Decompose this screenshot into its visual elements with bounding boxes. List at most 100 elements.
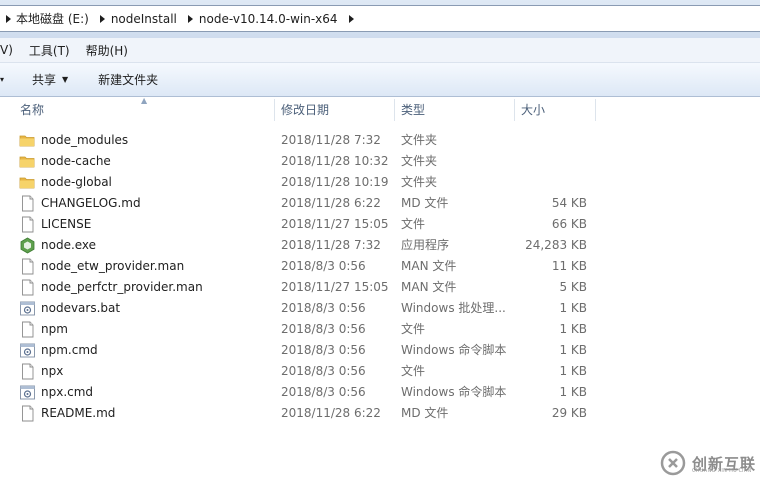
document-icon xyxy=(19,363,36,380)
file-type: 文件 xyxy=(401,217,426,231)
chevron-right-icon[interactable] xyxy=(187,14,195,24)
file-type: Windows 命令脚本 xyxy=(401,343,507,357)
document-icon xyxy=(19,216,36,233)
batch-file-icon xyxy=(19,300,36,317)
file-modified-date: 2018/11/27 15:05 xyxy=(281,280,389,294)
file-row[interactable]: node_perfctr_provider.man 2018/11/27 15:0… xyxy=(0,277,760,298)
file-size: 1 KB xyxy=(559,322,587,336)
file-modified-date: 2018/11/28 10:32 xyxy=(281,154,389,168)
nodejs-icon xyxy=(19,237,36,254)
file-type: 文件 xyxy=(401,364,426,378)
chevron-right-icon[interactable] xyxy=(348,14,356,24)
file-size: 66 KB xyxy=(551,217,587,231)
file-row[interactable]: npm 2018/8/3 0:56 文件 1 KB xyxy=(0,319,760,340)
file-row[interactable]: npm.cmd 2018/8/3 0:56 Windows 命令脚本 1 KB xyxy=(0,340,760,361)
file-row[interactable]: node_etw_provider.man 2018/8/3 0:56 MAN 文件… xyxy=(0,256,760,277)
menu-help[interactable]: 帮助(H) xyxy=(78,42,136,59)
chevron-down-icon: ▼ xyxy=(62,75,69,84)
file-type: 文件夹 xyxy=(401,175,438,189)
breadcrumb-item-drive[interactable]: 本地磁盘 (E:) xyxy=(16,10,89,27)
batch-file-icon xyxy=(19,384,36,401)
document-icon xyxy=(19,279,36,296)
file-modified-date: 2018/8/3 0:56 xyxy=(281,364,366,378)
file-row[interactable]: LICENSE 2018/11/27 15:05 文件 66 KB xyxy=(0,214,760,235)
column-divider[interactable] xyxy=(595,99,596,121)
file-size: 5 KB xyxy=(559,280,587,294)
watermark-icon xyxy=(660,450,686,476)
column-header-date[interactable]: 修改日期 xyxy=(275,97,394,123)
document-icon xyxy=(19,405,36,422)
file-modified-date: 2018/8/3 0:56 xyxy=(281,343,366,357)
file-name: node_modules xyxy=(41,133,129,147)
file-modified-date: 2018/11/28 7:32 xyxy=(281,133,381,147)
file-type: 文件 xyxy=(401,322,426,336)
file-size: 1 KB xyxy=(559,385,587,399)
file-size: 29 KB xyxy=(551,406,587,420)
new-folder-button[interactable]: 新建文件夹 xyxy=(98,71,158,88)
file-name: node-cache xyxy=(41,154,111,168)
file-row[interactable]: node_modules 2018/11/28 7:32 文件夹 xyxy=(0,130,760,151)
file-name: LICENSE xyxy=(41,217,92,231)
chevron-right-icon[interactable] xyxy=(99,14,107,24)
file-row[interactable]: npx.cmd 2018/8/3 0:56 Windows 命令脚本 1 KB xyxy=(0,382,760,403)
file-size: 54 KB xyxy=(551,196,587,210)
file-name: node-global xyxy=(41,175,112,189)
chevron-right-icon[interactable] xyxy=(4,14,12,24)
chevron-down-icon[interactable]: ▾ xyxy=(0,75,6,84)
file-size xyxy=(516,151,587,172)
breadcrumb[interactable]: 本地磁盘 (E:) nodeInstall node-v10.14.0-win-… xyxy=(0,5,760,32)
file-modified-date: 2018/11/28 6:22 xyxy=(281,196,381,210)
file-row[interactable]: README.md 2018/11/28 6:22 MD 文件 29 KB xyxy=(0,403,760,424)
file-name: npx.cmd xyxy=(41,385,94,399)
menu-bar: V) 工具(T) 帮助(H) xyxy=(0,38,760,63)
file-modified-date: 2018/11/28 7:32 xyxy=(281,238,381,252)
menu-view[interactable]: V) xyxy=(0,43,21,57)
file-type: Windows 批处理... xyxy=(401,301,506,315)
document-icon xyxy=(19,258,36,275)
share-button[interactable]: 共享 ▼ xyxy=(32,71,68,88)
file-modified-date: 2018/11/27 15:05 xyxy=(281,217,389,231)
menu-tools[interactable]: 工具(T) xyxy=(21,42,78,59)
file-name: nodevars.bat xyxy=(41,301,121,315)
column-header-size[interactable]: 大小 xyxy=(515,97,595,123)
file-name: npx xyxy=(41,364,64,378)
address-bar: 本地磁盘 (E:) nodeInstall node-v10.14.0-win-… xyxy=(0,0,760,38)
breadcrumb-item-nodeinstall[interactable]: nodeInstall xyxy=(111,12,177,26)
watermark-logo: 创新互联 xyxy=(660,440,760,486)
file-size: 1 KB xyxy=(559,301,587,315)
breadcrumb-item-node-folder[interactable]: node-v10.14.0-win-x64 xyxy=(199,12,338,26)
command-toolbar: ▾ 共享 ▼ 新建文件夹 xyxy=(0,63,760,97)
file-size xyxy=(516,130,587,151)
file-size xyxy=(516,172,587,193)
file-row[interactable]: node.exe 2018/11/28 7:32 应用程序 24,283 KB xyxy=(0,235,760,256)
file-modified-date: 2018/8/3 0:56 xyxy=(281,259,366,273)
folder-icon xyxy=(19,132,36,149)
file-type: MAN 文件 xyxy=(401,280,457,294)
file-list: node_modules 2018/11/28 7:32 文件夹 node-cache… xyxy=(0,130,760,424)
file-row[interactable]: npx 2018/8/3 0:56 文件 1 KB xyxy=(0,361,760,382)
file-type: 应用程序 xyxy=(401,238,450,252)
file-row[interactable]: nodevars.bat 2018/8/3 0:56 Windows 批处理... 1… xyxy=(0,298,760,319)
file-modified-date: 2018/8/3 0:56 xyxy=(281,301,366,315)
file-name: README.md xyxy=(41,406,116,420)
column-header-name[interactable]: 名称 xyxy=(14,97,274,123)
file-name: node_etw_provider.man xyxy=(41,259,185,273)
file-row[interactable]: node-cache 2018/11/28 10:32 文件夹 xyxy=(0,151,760,172)
batch-file-icon xyxy=(19,342,36,359)
file-modified-date: 2018/8/3 0:56 xyxy=(281,385,366,399)
folder-icon xyxy=(19,174,36,191)
file-type: 文件夹 xyxy=(401,133,438,147)
file-name: node.exe xyxy=(41,238,97,252)
file-row[interactable]: CHANGELOG.md 2018/11/28 6:22 MD 文件 54 KB xyxy=(0,193,760,214)
file-size: 1 KB xyxy=(559,364,587,378)
document-icon xyxy=(19,195,36,212)
column-header-type[interactable]: 类型 xyxy=(395,97,514,123)
file-type: MD 文件 xyxy=(401,406,449,420)
file-row[interactable]: node-global 2018/11/28 10:19 文件夹 xyxy=(0,172,760,193)
file-type: 文件夹 xyxy=(401,154,438,168)
file-size: 24,283 KB xyxy=(525,238,587,252)
column-headers: ▲ 名称 修改日期 类型 大小 xyxy=(0,96,760,123)
folder-icon xyxy=(19,153,36,170)
file-name: npm xyxy=(41,322,68,336)
file-size: 11 KB xyxy=(551,259,587,273)
